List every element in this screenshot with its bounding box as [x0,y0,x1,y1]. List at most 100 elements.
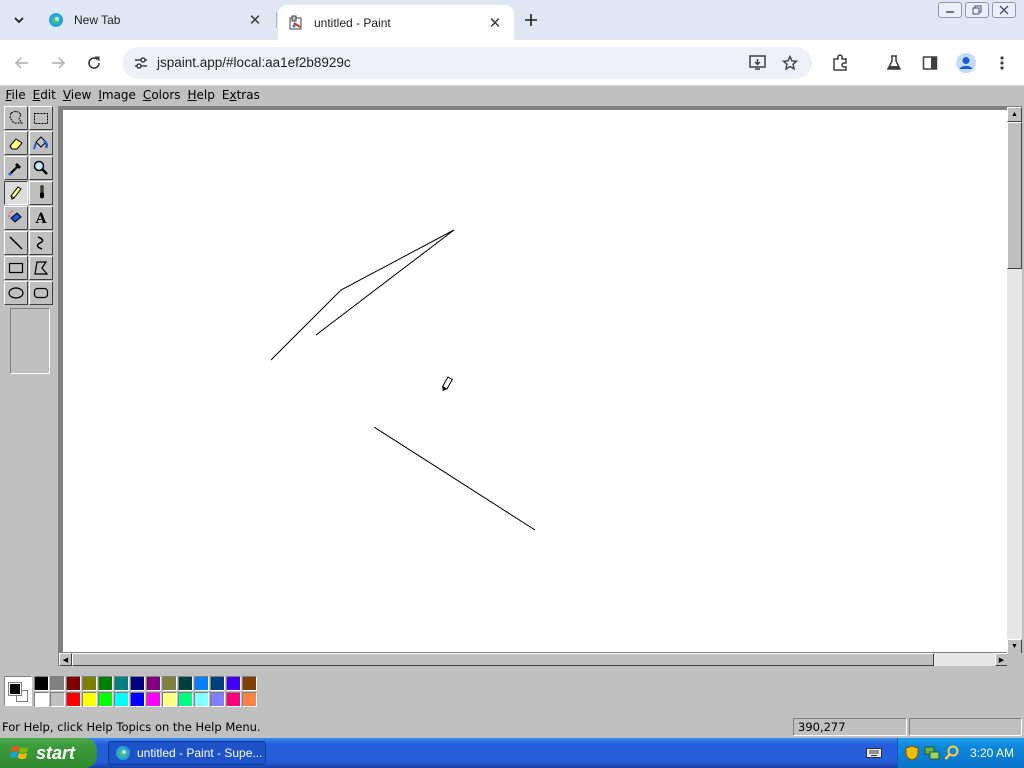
palette-swatch[interactable] [130,676,145,691]
tool-magnifier[interactable] [29,156,53,180]
palette-swatch[interactable] [242,692,257,707]
tab-untitled-paint[interactable]: untitled - Paint ✕ [278,5,514,40]
palette-swatch[interactable] [178,692,193,707]
reload-button[interactable] [80,49,108,77]
tool-fill-with-color[interactable] [29,131,53,155]
side-panel-button[interactable] [920,53,940,73]
star-icon [782,55,798,71]
palette-swatch[interactable] [242,676,257,691]
forward-button[interactable] [44,49,72,77]
browser-menu-button[interactable] [992,53,1012,73]
palette-swatch[interactable] [194,676,209,691]
current-colors[interactable] [4,676,32,706]
palette-swatch[interactable] [146,676,161,691]
tab-new-tab[interactable]: New Tab ✕ [38,5,274,35]
palette-swatch[interactable] [194,692,209,707]
network-icon[interactable] [924,745,940,761]
tool-line[interactable] [4,231,28,255]
profile-button[interactable] [955,52,977,74]
menu-item[interactable]: Extras [218,86,263,105]
drawing-canvas[interactable] [63,110,1008,652]
menu-item[interactable]: Help [184,86,218,105]
close-tab-icon[interactable]: ✕ [486,14,504,32]
search-icon[interactable] [944,745,960,761]
labs-button[interactable] [884,53,904,73]
palette-swatch[interactable] [114,676,129,691]
menu-item[interactable]: Colors [139,86,184,105]
palette-swatch[interactable] [50,692,65,707]
palette-swatch[interactable] [98,692,113,707]
text-icon: A [35,211,48,227]
new-tab-button[interactable] [518,7,544,33]
tool-curve[interactable] [29,231,53,255]
tool-eraser[interactable] [4,131,28,155]
palette-swatch[interactable] [210,676,225,691]
palette-swatch[interactable] [50,676,65,691]
minimize-button[interactable] [938,2,962,18]
palette-swatch[interactable] [66,692,81,707]
site-info-button[interactable] [131,53,151,73]
tool-pencil[interactable] [4,181,28,205]
palette-swatch[interactable] [34,676,49,691]
tool-ellipse[interactable] [4,281,28,305]
brush-icon [40,185,44,199]
tool-brush[interactable] [29,181,53,205]
close-tab-icon[interactable]: ✕ [246,11,264,29]
tool-rectangle[interactable] [4,256,28,280]
menu-item[interactable]: File [2,86,29,105]
back-button[interactable] [8,49,36,77]
palette-swatch[interactable] [210,692,225,707]
keyboard-icon[interactable] [866,746,882,760]
foreground-color[interactable] [8,682,22,696]
scroll-up-button[interactable]: ▲ [1007,107,1022,122]
rounded-rectangle-icon [33,287,49,299]
airbrush-icon [8,210,22,223]
palette-swatch[interactable] [82,676,97,691]
palette-swatch[interactable] [34,692,49,707]
security-shield-icon[interactable] [904,745,920,761]
install-app-button[interactable] [748,53,768,73]
drawn-line [373,426,536,531]
palette-swatch[interactable] [226,676,241,691]
minimize-icon [946,11,954,13]
tool-select[interactable] [29,106,53,130]
browser-tabstrip: New Tab ✕ untitled - Paint ✕ [0,0,1024,40]
palette-swatch[interactable] [66,676,81,691]
ellipse-icon [8,287,24,299]
fill-with-color-icon [33,136,48,150]
horizontal-scroll-thumb[interactable] [72,653,934,666]
palette-swatch[interactable] [82,692,97,707]
clock[interactable]: 3:20 AM [970,746,1014,760]
palette-swatch[interactable] [226,692,241,707]
palette-swatch[interactable] [114,692,129,707]
horizontal-scrollbar[interactable]: ◀ ▶ [59,653,1008,666]
tool-airbrush[interactable] [4,206,28,230]
close-window-button[interactable] [992,2,1016,18]
start-button[interactable]: start [0,738,97,768]
tool-text[interactable]: A [29,206,53,230]
palette-swatch[interactable] [162,692,177,707]
extensions-button[interactable] [830,53,850,73]
tool-options-panel[interactable] [10,308,50,374]
menu-item[interactable]: Image [95,86,140,105]
address-bar[interactable]: jspaint.app/#local:aa1ef2b8929c [122,47,812,79]
tool-pick-color[interactable] [4,156,28,180]
bookmark-button[interactable] [780,53,800,73]
vertical-scroll-thumb[interactable] [1007,122,1022,269]
palette-swatch[interactable] [178,676,193,691]
menu-item[interactable]: Edit [29,86,59,105]
taskbar-item-paint[interactable]: untitled - Paint - Supe... [108,741,266,765]
tab-search-button[interactable] [6,7,32,33]
scroll-down-button[interactable]: ▼ [1007,639,1022,654]
tool-rounded-rectangle[interactable] [29,281,53,305]
scroll-left-button[interactable]: ◀ [59,653,72,666]
palette-swatch[interactable] [162,676,177,691]
palette-swatch[interactable] [130,692,145,707]
vertical-scrollbar[interactable]: ▲ ▼ [1007,107,1022,654]
menu-item[interactable]: View [59,86,94,105]
palette-swatch[interactable] [146,692,161,707]
palette-swatch[interactable] [98,676,113,691]
restore-button[interactable] [965,2,989,18]
tool-free-form-select[interactable] [4,106,28,130]
tool-polygon[interactable] [29,256,53,280]
